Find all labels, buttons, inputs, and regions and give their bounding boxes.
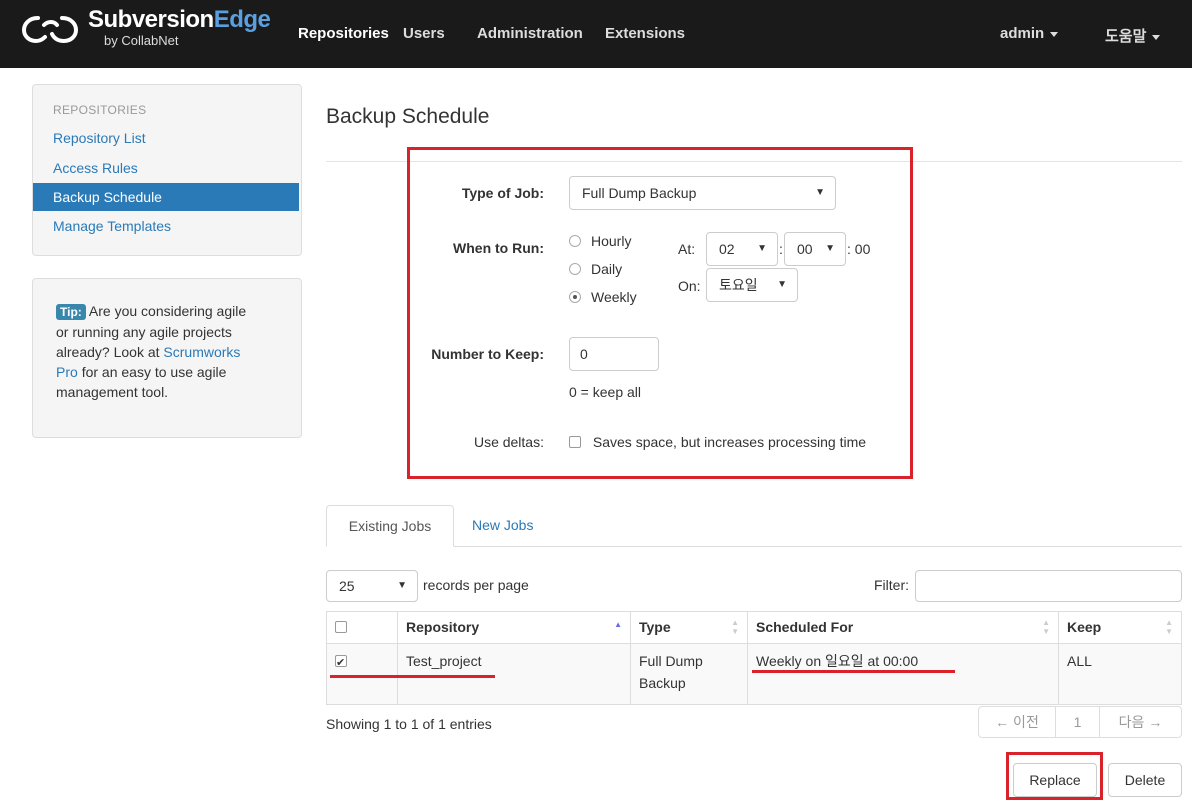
collabnet-logo-icon	[22, 16, 78, 44]
checkbox-icon	[335, 621, 347, 633]
brand-title: SubversionEdge	[88, 6, 271, 33]
dropdown-arrow-icon: ▼	[397, 580, 407, 591]
sort-icon: ▲	[614, 620, 622, 629]
use-deltas-checkbox[interactable]: Saves space, but increases processing ti…	[569, 434, 866, 450]
keep-help-text: 0 = keep all	[569, 384, 641, 400]
number-to-keep-label: Number to Keep:	[431, 346, 544, 362]
help-menu[interactable]: 도움말	[1105, 25, 1161, 46]
on-label: On:	[678, 278, 701, 294]
user-menu[interactable]: admin	[1000, 25, 1059, 42]
sidebar-item-manage-templates[interactable]: Manage Templates	[33, 212, 299, 240]
sidebar-item-access-rules[interactable]: Access Rules	[33, 154, 299, 182]
radio-icon	[569, 263, 581, 275]
top-navbar: SubversionEdge by CollabNet Repositories…	[0, 0, 1192, 68]
cell-type: Full Dump Backup	[630, 643, 748, 705]
sort-icon: ▲ ▼	[1042, 618, 1050, 636]
cell-repository: Test_project	[397, 643, 631, 705]
row-select-cell[interactable]	[326, 643, 398, 705]
time-separator: :	[779, 241, 783, 257]
checkbox-icon	[569, 436, 581, 448]
at-label: At:	[678, 241, 696, 257]
dropdown-arrow-icon: ▼	[757, 243, 767, 254]
number-to-keep-input[interactable]: 0	[569, 337, 659, 371]
header-keep[interactable]: Keep ▲ ▼	[1058, 611, 1182, 644]
sidebar-item-backup-schedule[interactable]: Backup Schedule	[33, 183, 299, 211]
minute-select[interactable]: 00 ▼	[784, 232, 846, 266]
cell-scheduled-for: Weekly on 일요일 at 00:00	[747, 643, 1059, 705]
sidebar-item-repository-list[interactable]: Repository List	[33, 124, 299, 152]
sidebar-nav: REPOSITORIES Repository List Access Rule…	[32, 84, 302, 256]
dropdown-arrow-icon: ▼	[815, 187, 825, 198]
radio-weekly[interactable]: Weekly	[569, 289, 637, 305]
nav-extensions[interactable]: Extensions	[605, 25, 685, 42]
jobs-table: Repository ▲ Type ▲ ▼ Scheduled For ▲ ▼ Keep ▲…	[326, 611, 1182, 705]
pagination-next[interactable]: 다음 →	[1099, 706, 1182, 738]
day-select[interactable]: 토요일 ▼	[706, 268, 798, 302]
scrumworks-pro-link[interactable]: Pro	[56, 364, 78, 380]
sort-icon: ▲ ▼	[731, 618, 739, 636]
filter-input[interactable]	[915, 570, 1182, 602]
table-row[interactable]: Test_project Full DumpBackup Weekly on 일…	[326, 643, 1182, 705]
checkbox-checked-icon	[335, 652, 347, 674]
header-scheduled-for[interactable]: Scheduled For ▲ ▼	[747, 611, 1059, 644]
use-deltas-label: Use deltas:	[473, 434, 544, 450]
when-to-run-label: When to Run:	[453, 240, 544, 256]
type-of-job-select[interactable]: Full Dump Backup ▼	[569, 176, 836, 210]
radio-daily[interactable]: Daily	[569, 261, 622, 277]
tip-text: Tip: Are you considering agile or runnin…	[56, 303, 247, 400]
header-type[interactable]: Type ▲ ▼	[630, 611, 748, 644]
replace-button[interactable]: Replace	[1013, 763, 1097, 797]
tip-label: Tip:	[56, 304, 86, 320]
radio-hourly[interactable]: Hourly	[569, 233, 631, 249]
hour-select[interactable]: 02 ▼	[706, 232, 778, 266]
tab-existing-jobs[interactable]: Existing Jobs	[326, 505, 454, 547]
page-title: Backup Schedule	[326, 105, 490, 128]
sidebar-header: REPOSITORIES	[53, 103, 147, 117]
radio-checked-icon	[569, 291, 581, 303]
seconds-text: : 00	[847, 241, 871, 257]
user-name: admin	[1000, 25, 1045, 42]
pagination-page-1[interactable]: 1	[1055, 706, 1100, 738]
help-label: 도움말	[1105, 28, 1147, 45]
repository-underline-annotation	[330, 675, 495, 678]
radio-icon	[569, 235, 581, 247]
tab-new-jobs[interactable]: New Jobs	[472, 505, 533, 545]
schedule-underline-annotation	[752, 670, 955, 673]
records-per-page-select[interactable]: 25 ▼	[326, 570, 418, 602]
table-info: Showing 1 to 1 of 1 entries	[326, 716, 492, 732]
scrumworks-link[interactable]: Scrumworks	[163, 344, 240, 360]
dropdown-arrow-icon: ▼	[777, 279, 787, 290]
nav-repositories[interactable]: Repositories	[298, 25, 389, 42]
dropdown-arrow-icon: ▼	[825, 243, 835, 254]
caret-down-icon	[1152, 34, 1161, 40]
type-of-job-label: Type of Job:	[461, 185, 544, 201]
tabs-divider	[326, 546, 1182, 547]
header-repository[interactable]: Repository ▲	[397, 611, 631, 644]
tip-panel: Tip: Are you considering agile or runnin…	[32, 278, 302, 438]
brand-subtitle: by CollabNet	[104, 33, 179, 48]
nav-users[interactable]: Users	[403, 25, 445, 42]
filter-label: Filter:	[874, 577, 909, 593]
sort-icon: ▲ ▼	[1165, 618, 1173, 636]
select-all-header[interactable]	[326, 611, 398, 644]
table-header-row: Repository ▲ Type ▲ ▼ Scheduled For ▲ ▼ Keep ▲…	[326, 611, 1182, 644]
cell-keep: ALL	[1058, 643, 1182, 705]
records-per-page-label: records per page	[423, 577, 529, 593]
delete-button[interactable]: Delete	[1108, 763, 1182, 797]
nav-administration[interactable]: Administration	[477, 25, 583, 42]
caret-down-icon	[1050, 31, 1059, 37]
pagination-prev[interactable]: ← 이전	[978, 706, 1056, 738]
